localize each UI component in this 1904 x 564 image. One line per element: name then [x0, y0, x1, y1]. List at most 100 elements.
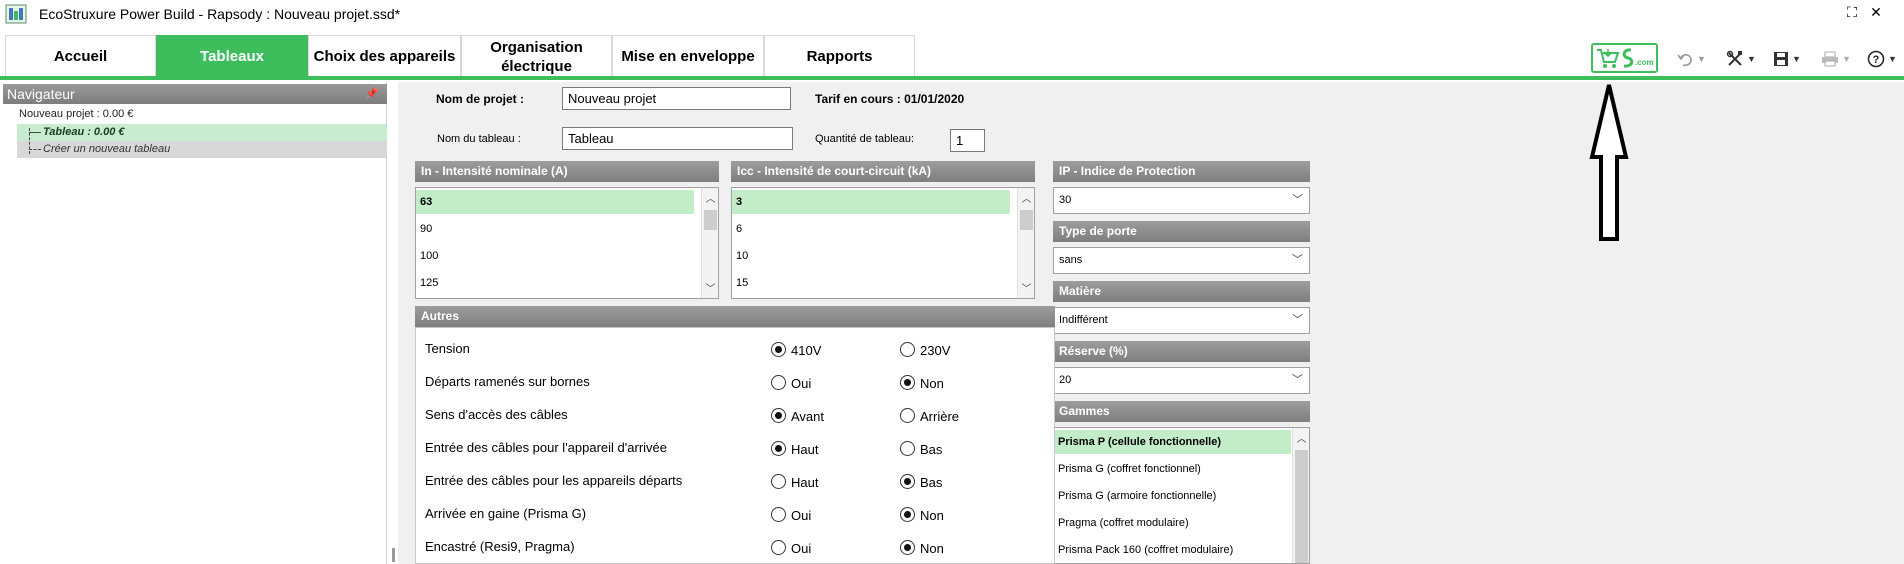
scroll-down-icon[interactable]: ﹀ [1018, 280, 1034, 295]
print-button[interactable]: ▼ [1821, 47, 1851, 71]
radio-option-b[interactable] [900, 441, 915, 456]
list-item[interactable]: 6 [732, 217, 1010, 241]
tarif-text: Tarif en cours : 01/01/2020 [815, 92, 965, 106]
save-button[interactable]: ▼ [1773, 47, 1801, 71]
list-item[interactable]: 63 [416, 190, 694, 214]
scroll-up-icon[interactable]: ︿ [1018, 190, 1034, 205]
board-name-label: Nom du tableau : [437, 133, 521, 145]
radio-option-a[interactable] [771, 408, 786, 423]
close-icon[interactable]: ✕ [1867, 4, 1885, 21]
scroll-down-icon[interactable]: ﹀ [702, 280, 718, 295]
scroll-thumb[interactable] [1020, 210, 1033, 230]
radio-label: Haut [791, 442, 819, 457]
radio-option-b[interactable] [900, 408, 915, 423]
radio-option-a[interactable] [771, 342, 786, 357]
list-item[interactable]: Prisma Pack 160 (coffret modulaire) [1054, 538, 1291, 562]
annotation-arrow-icon [1589, 84, 1629, 241]
se-com-store-button[interactable]: .com [1591, 43, 1658, 73]
tools-button[interactable]: ▼ [1726, 47, 1756, 71]
scroll-up-icon[interactable]: ︿ [702, 190, 718, 205]
ip-header: IP - Indice de Protection [1053, 161, 1310, 182]
reserve-value: 20 [1059, 374, 1072, 386]
quantity-input[interactable]: 1 [950, 129, 985, 152]
tab-label: Tableaux [200, 48, 264, 65]
radio-label: Haut [791, 475, 819, 490]
radio-option-a[interactable] [771, 375, 786, 390]
quantity-label: Quantité de tableau: [815, 133, 915, 145]
tab-choix-des-appareils[interactable]: Choix des appareils [308, 35, 461, 77]
list-item[interactable]: 90 [416, 217, 694, 241]
in-listbox[interactable]: 63 90 100 125 ︿ ﹀ [415, 187, 719, 299]
scroll-thumb[interactable] [1295, 450, 1308, 563]
navigator-project[interactable]: Nouveau projet : 0.00 € [19, 108, 133, 120]
icc-list-scrollbar[interactable]: ︿ ﹀ [1017, 188, 1034, 298]
app-window: EcoStruxure Power Build - Rapsody : Nouv… [0, 0, 1904, 564]
scroll-up-icon[interactable]: ︿ [1293, 430, 1309, 445]
radio-option-b[interactable] [900, 474, 915, 489]
reserve-select[interactable]: 20 ﹀ [1053, 367, 1310, 394]
icc-listbox[interactable]: 3 6 10 15 ︿ ﹀ [731, 187, 1035, 299]
in-list-scrollbar[interactable]: ︿ ﹀ [701, 188, 718, 298]
undo-button[interactable]: ▼ [1676, 47, 1706, 71]
chevron-down-icon: ﹀ [1292, 374, 1303, 386]
gammes-listbox[interactable]: Prisma P (cellule fonctionnelle) Prisma … [1053, 427, 1310, 564]
navigator-item-create[interactable]: Créer un nouveau tableau [17, 141, 387, 158]
splitter-handle[interactable] [392, 548, 395, 562]
radio-label: Bas [920, 475, 943, 490]
ip-select[interactable]: 30 ﹀ [1053, 187, 1310, 214]
radio-option-a[interactable] [771, 474, 786, 489]
project-name-input[interactable]: Nouveau projet [562, 87, 791, 110]
restore-icon[interactable]: ⛶ [1843, 4, 1861, 21]
navigator-title: Navigateur [7, 86, 75, 102]
board-name-input[interactable]: Tableau [562, 127, 793, 150]
tab-organisation-electrique[interactable]: Organisation électrique [461, 35, 612, 77]
navigator-item-tableau[interactable]: Tableau : 0.00 € [17, 124, 387, 141]
option-label: Arrivée en gaine (Prisma G) [425, 506, 587, 521]
option-label: Sens d'accès des câbles [425, 407, 568, 422]
tree-line [29, 132, 41, 133]
matiere-value: Indifférent [1059, 314, 1108, 326]
option-label: Encastré (Resi9, Pragma) [425, 539, 575, 554]
list-item[interactable]: 10 [732, 244, 1010, 268]
tab-tableaux[interactable]: Tableaux [156, 35, 308, 77]
radio-option-b[interactable] [900, 540, 915, 555]
project-name-label: Nom de projet : [436, 92, 525, 106]
radio-option-a[interactable] [771, 507, 786, 522]
tab-label: Organisation électrique [490, 38, 583, 75]
list-item[interactable]: 125 [416, 271, 694, 295]
list-item[interactable]: Prisma G (armoire fonctionnelle) [1054, 484, 1291, 508]
radio-label: Oui [791, 376, 812, 391]
radio-option-b[interactable] [900, 375, 915, 390]
porte-select[interactable]: sans ﹀ [1053, 247, 1310, 274]
list-item[interactable]: 15 [732, 271, 1010, 295]
list-item[interactable]: Prisma G (coffret fonctionnel) [1054, 457, 1291, 481]
list-item[interactable]: 100 [416, 244, 694, 268]
pin-icon[interactable]: 📌 [365, 84, 379, 104]
undo-icon [1677, 54, 1692, 67]
list-item[interactable]: Prisma P (cellule fonctionnelle) [1054, 430, 1291, 454]
option-label: Entrée des câbles pour les appareils dép… [425, 473, 683, 488]
gammes-scrollbar[interactable]: ︿ [1292, 428, 1309, 563]
radio-label: Oui [791, 541, 812, 556]
radio-option-b[interactable] [900, 507, 915, 522]
radio-label: Oui [791, 508, 812, 523]
scroll-thumb[interactable] [704, 210, 717, 230]
tab-label: Mise en enveloppe [621, 48, 755, 65]
navigator-header: Navigateur 📌 [3, 84, 387, 104]
matiere-header: Matière [1053, 281, 1310, 302]
matiere-select[interactable]: Indifférent ﹀ [1053, 307, 1310, 334]
svg-text:.com: .com [1635, 58, 1654, 67]
tab-accueil[interactable]: Accueil [5, 35, 156, 77]
reserve-header: Réserve (%) [1053, 341, 1310, 362]
radio-option-a[interactable] [771, 441, 786, 456]
list-item[interactable]: Pragma (coffret modulaire) [1054, 511, 1291, 535]
tab-label: Rapports [806, 48, 873, 65]
list-item[interactable]: 3 [732, 190, 1010, 214]
help-button[interactable]: ? ▼ [1867, 47, 1897, 71]
tab-mise-en-enveloppe[interactable]: Mise en enveloppe [612, 35, 764, 77]
option-label: Tension [425, 341, 470, 356]
radio-option-a[interactable] [771, 540, 786, 555]
porte-value: sans [1059, 254, 1083, 266]
radio-option-b[interactable] [900, 342, 915, 357]
tab-rapports[interactable]: Rapports [764, 35, 915, 77]
